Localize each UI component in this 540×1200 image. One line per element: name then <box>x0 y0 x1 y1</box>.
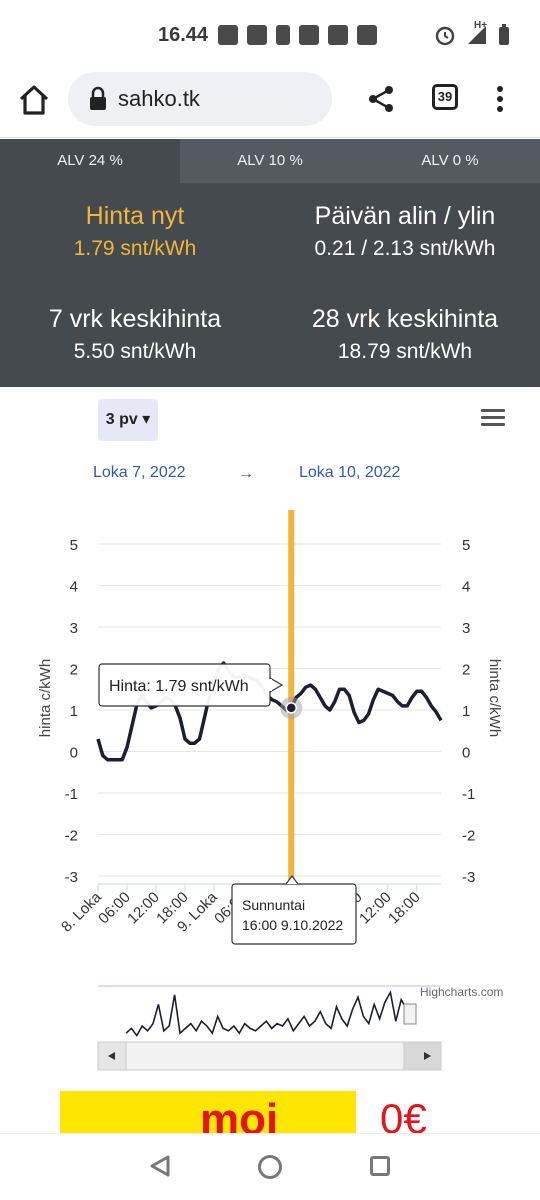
day-min-max-value: 0.21 / 2.13 snt/kWh <box>314 237 496 260</box>
browser-toolbar: sahko.tk 39 <box>0 72 540 138</box>
lock-icon <box>90 86 106 110</box>
day-min-max-label: Päivän alin / ylin <box>314 202 496 230</box>
system-nav-bar <box>0 1133 540 1200</box>
notification-icons <box>218 25 377 45</box>
share-icon[interactable] <box>366 84 396 114</box>
date-to-input[interactable]: Loka 10, 2022 <box>299 464 400 482</box>
ad-price: 0€ <box>380 1095 427 1136</box>
chart-menu-icon[interactable] <box>481 409 505 427</box>
alarm-icon <box>435 26 455 46</box>
day-min-max: Päivän alin / ylin 0.21 / 2.13 snt/kWh <box>270 202 540 261</box>
linkedin-icon <box>247 25 267 45</box>
week-average: 7 vrk keskihinta 5.50 snt/kWh <box>0 305 270 364</box>
youtube-icon <box>299 25 319 45</box>
week-average-value: 5.50 snt/kWh <box>73 340 197 363</box>
home-nav-icon[interactable] <box>258 1155 282 1179</box>
status-time: 16.44 <box>158 24 209 46</box>
date-range-arrow: → <box>238 465 254 482</box>
price-panel: ALV 24 % ALV 10 % ALV 0 % Hinta nyt 1.79… <box>0 139 540 387</box>
vat-tabs: ALV 24 % ALV 10 % ALV 0 % <box>0 139 540 183</box>
url-text: sahko.tk <box>118 86 200 111</box>
month-average-value: 18.79 snt/kWh <box>337 340 473 363</box>
current-price-label: Hinta nyt <box>85 202 185 230</box>
address-bar[interactable]: sahko.tk <box>68 72 332 126</box>
ad-text: moi <box>200 1095 279 1136</box>
ad-price-box: 0€ <box>356 1091 480 1136</box>
highcharts-credit[interactable]: Highcharts.com <box>420 985 503 999</box>
range-selector-button[interactable]: 3 pv ▾ <box>98 399 158 441</box>
tab-vat-0[interactable]: ALV 0 % <box>360 139 540 183</box>
month-average: 28 vrk keskihinta 18.79 snt/kWh <box>270 305 540 364</box>
month-average-label: 28 vrk keskihinta <box>311 305 499 333</box>
system-status: H+ <box>434 20 510 46</box>
download-icon <box>276 25 290 45</box>
kia-app-icon <box>218 25 238 45</box>
recents-icon[interactable] <box>370 1156 390 1176</box>
tab-vat-24[interactable]: ALV 24 % <box>0 139 180 183</box>
week-average-label: 7 vrk keskihinta <box>48 305 222 333</box>
current-price-value: 1.79 snt/kWh <box>73 237 197 260</box>
calendar-icon <box>328 25 348 45</box>
back-icon[interactable] <box>148 1154 172 1178</box>
status-bar: 16.44 H+ <box>0 0 540 72</box>
date-from-input[interactable]: Loka 7, 2022 <box>93 464 186 482</box>
current-price: Hinta nyt 1.79 snt/kWh <box>0 202 270 261</box>
ad-banner[interactable]: moi 0€ <box>60 1091 480 1136</box>
calendar-icon <box>357 25 377 45</box>
network-type: H+ <box>474 20 488 31</box>
home-icon[interactable] <box>16 82 52 118</box>
tab-switcher-button[interactable]: 39 <box>432 84 458 110</box>
battery-icon <box>499 24 509 45</box>
more-options-icon[interactable] <box>492 84 508 116</box>
tab-vat-10[interactable]: ALV 10 % <box>180 139 360 183</box>
